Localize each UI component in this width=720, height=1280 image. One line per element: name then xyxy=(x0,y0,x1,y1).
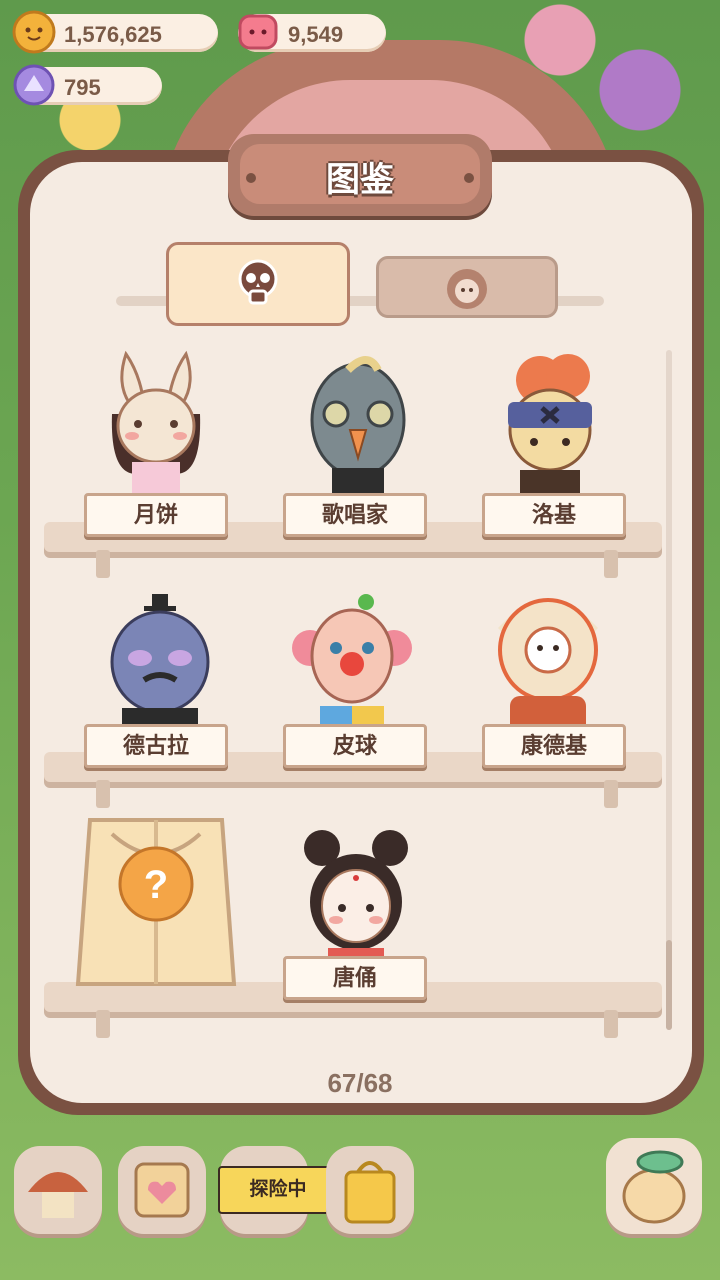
shop-bag-button[interactable] xyxy=(326,1146,414,1234)
pirate-character-icon[interactable] xyxy=(490,350,610,500)
item-label-tang-figurine[interactable]: 唐俑 xyxy=(283,956,427,1000)
tab-companions[interactable] xyxy=(376,256,558,318)
bunny-character-icon[interactable] xyxy=(96,344,216,494)
shelf-bracket xyxy=(96,1010,110,1038)
pet-companion-button[interactable] xyxy=(606,1138,702,1234)
chicken-character-icon[interactable] xyxy=(488,588,608,738)
pink-gem-icon xyxy=(238,14,278,50)
item-label-loki[interactable]: 洛基 xyxy=(482,493,626,537)
crystal-value: 795 xyxy=(64,75,101,100)
item-label-singer[interactable]: 歌唱家 xyxy=(283,493,427,537)
shelf-bracket xyxy=(96,780,110,808)
collection-progress: 67/68 xyxy=(327,1068,393,1098)
scrollbar-track[interactable] xyxy=(666,350,672,1030)
home-button[interactable] xyxy=(14,1146,102,1234)
svg-text:?: ? xyxy=(144,863,168,907)
journal-button[interactable] xyxy=(118,1146,206,1234)
dracula-character-icon[interactable] xyxy=(100,590,220,740)
coin-icon xyxy=(12,10,56,54)
shelf-bracket xyxy=(96,550,110,578)
mushroom-house-icon xyxy=(28,1172,88,1218)
shopping-bag-icon xyxy=(344,1161,396,1224)
cat-fish-icon xyxy=(622,1150,686,1224)
item-label-kondeki[interactable]: 康德基 xyxy=(482,724,626,768)
character-face-icon xyxy=(447,269,487,309)
item-label-ball[interactable]: 皮球 xyxy=(283,724,427,768)
coin-value: 1,576,625 xyxy=(64,22,162,47)
item-label-dracula[interactable]: 德古拉 xyxy=(84,724,228,768)
gem-value: 9,549 xyxy=(288,22,344,47)
crystal-counter[interactable]: 795 xyxy=(13,64,162,106)
coin-counter[interactable]: 1,576,625 xyxy=(12,10,218,54)
shelf-bracket xyxy=(604,780,618,808)
clown-character-icon[interactable] xyxy=(292,590,412,740)
skull-icon xyxy=(238,259,278,305)
scrollbar-thumb[interactable] xyxy=(666,940,672,1030)
expedition-status-banner: 探险中 xyxy=(218,1166,338,1214)
item-label-mooncake[interactable]: 月饼 xyxy=(84,493,228,537)
bird-character-icon[interactable] xyxy=(298,350,418,500)
shelf-bracket xyxy=(604,550,618,578)
tab-visitors[interactable] xyxy=(166,242,350,326)
gem-counter[interactable]: 9,549 xyxy=(238,14,386,52)
panel-title: 图鉴 xyxy=(326,161,394,199)
shelf-bracket xyxy=(604,1010,618,1038)
notebook-heart-icon xyxy=(134,1162,190,1218)
crystal-icon xyxy=(13,64,55,106)
tang-figurine-character-icon[interactable] xyxy=(296,822,416,972)
mystery-package-icon[interactable]: ? xyxy=(72,814,240,992)
